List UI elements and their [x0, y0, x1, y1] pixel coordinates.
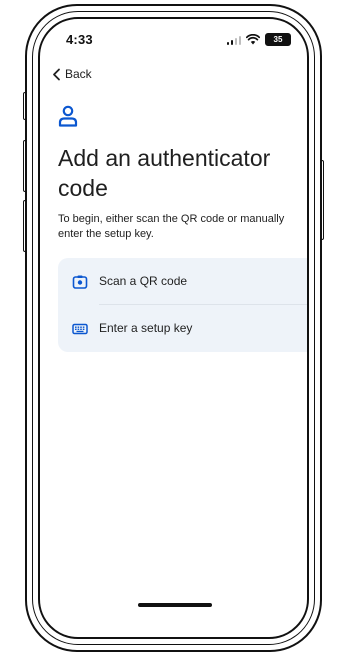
cellular-signal-icon [226, 35, 241, 45]
battery-icon: 35 [265, 33, 291, 46]
wifi-icon [246, 34, 260, 45]
phone-screen: 4:33 35 Back Add an authenticator code T… [38, 17, 309, 639]
enter-setup-key-option[interactable]: Enter a setup key [58, 305, 307, 352]
scan-qr-code-label: Scan a QR code [99, 274, 188, 288]
options-card: Scan a QR code Enter a setup key [58, 258, 307, 352]
home-indicator[interactable] [138, 603, 212, 607]
scan-qr-code-option[interactable]: Scan a QR code [58, 258, 307, 305]
camera-icon [72, 275, 88, 289]
status-time: 4:33 [66, 32, 93, 47]
page-title: Add an authenticator code [58, 145, 271, 201]
enter-setup-key-label: Enter a setup key [99, 321, 193, 335]
person-icon [58, 105, 78, 127]
page-description: To begin, either scan the QR code or man… [58, 213, 285, 240]
back-button[interactable]: Back [52, 67, 92, 81]
keyboard-icon [72, 323, 88, 335]
chevron-left-icon [53, 68, 60, 80]
back-label: Back [65, 67, 92, 81]
status-icons: 35 [226, 33, 291, 46]
